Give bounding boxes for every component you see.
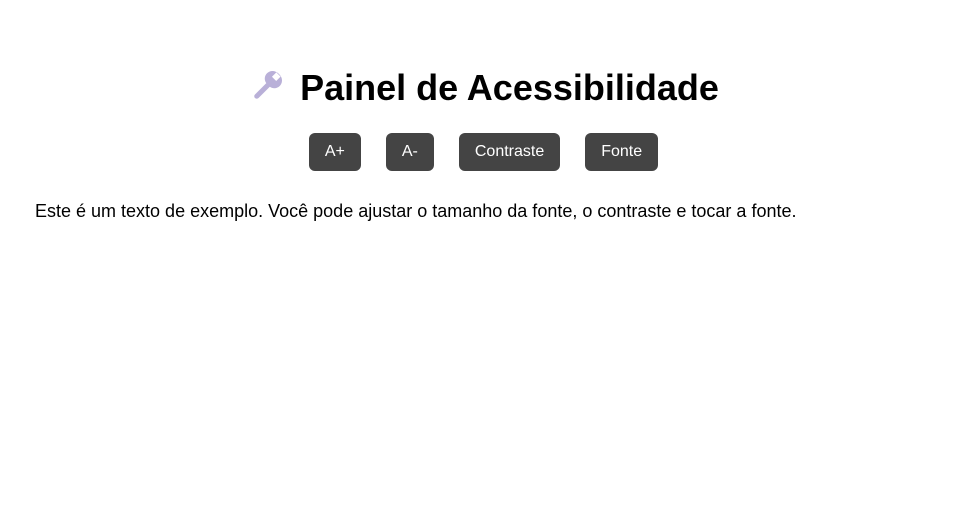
- increase-font-button[interactable]: A+: [308, 133, 361, 171]
- accessibility-panel: Painel de Acessibilidade A+ A- Contraste…: [0, 0, 967, 514]
- decrease-font-button[interactable]: A-: [385, 133, 434, 171]
- page-title-text: Painel de Acessibilidade: [300, 67, 719, 108]
- contrast-button[interactable]: Contraste: [458, 133, 561, 171]
- font-button[interactable]: Fonte: [585, 133, 659, 171]
- page-title: Painel de Acessibilidade: [0, 66, 967, 110]
- wrench-icon: [248, 67, 286, 105]
- controls-toolbar: A+ A- Contraste Fonte: [0, 133, 967, 171]
- sample-text: Este é um texto de exemplo. Você pode aj…: [35, 201, 797, 221]
